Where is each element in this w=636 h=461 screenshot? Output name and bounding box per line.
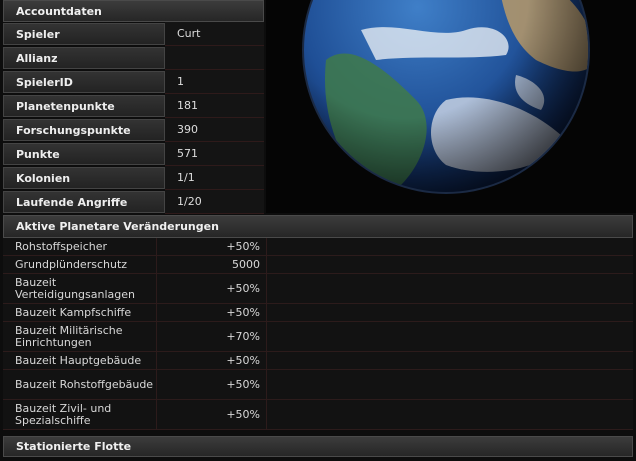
change-row: Bauzeit Kampfschiffe +50% bbox=[3, 304, 633, 322]
change-empty-cell bbox=[267, 256, 633, 273]
account-row-value bbox=[165, 46, 264, 70]
account-row: Kolonien 1/1 bbox=[3, 166, 264, 190]
change-value: +50% bbox=[157, 304, 267, 321]
change-empty-cell bbox=[267, 400, 633, 429]
account-row-value: Curt bbox=[165, 22, 264, 46]
account-row: Punkte 571 bbox=[3, 142, 264, 166]
change-name: Bauzeit Verteidigungsanlagen bbox=[3, 274, 157, 303]
account-row-value: 1 bbox=[165, 70, 264, 94]
account-row-label: Spieler bbox=[3, 23, 165, 45]
account-row-label: Forschungspunkte bbox=[3, 119, 165, 141]
change-value: +70% bbox=[157, 322, 267, 351]
change-name: Rohstoffspeicher bbox=[3, 238, 157, 255]
change-name: Bauzeit Hauptgebäude bbox=[3, 352, 157, 369]
change-row: Bauzeit Militärische Einrichtungen +70% bbox=[3, 322, 633, 352]
change-name: Grundplünderschutz bbox=[3, 256, 157, 273]
change-row: Bauzeit Hauptgebäude +50% bbox=[3, 352, 633, 370]
earth-globe-icon bbox=[302, 0, 590, 194]
change-name: Bauzeit Militärische Einrichtungen bbox=[3, 322, 157, 351]
planet-changes-panel: Aktive Planetare Veränderungen Rohstoffs… bbox=[3, 215, 633, 430]
change-value: +50% bbox=[157, 400, 267, 429]
account-row: Allianz bbox=[3, 46, 264, 70]
account-row-value: 1/1 bbox=[165, 166, 264, 190]
account-row: Planetenpunkte 181 bbox=[3, 94, 264, 118]
change-empty-cell bbox=[267, 370, 633, 399]
account-row-value: 181 bbox=[165, 94, 264, 118]
account-row: Laufende Angriffe 1/20 bbox=[3, 190, 264, 214]
change-empty-cell bbox=[267, 352, 633, 369]
change-row: Rohstoffspeicher +50% bbox=[3, 238, 633, 256]
account-row: Forschungspunkte 390 bbox=[3, 118, 264, 142]
changes-table: Rohstoffspeicher +50% Grundplünderschutz 50… bbox=[3, 238, 633, 430]
change-value: +50% bbox=[157, 352, 267, 369]
account-row-label: Planetenpunkte bbox=[3, 95, 165, 117]
stationed-fleet-panel[interactable]: Stationierte Flotte bbox=[3, 436, 633, 457]
account-row: Spieler Curt bbox=[3, 22, 264, 46]
change-value: 5000 bbox=[157, 256, 267, 273]
change-empty-cell bbox=[267, 238, 633, 255]
account-row: SpielerID 1 bbox=[3, 70, 264, 94]
change-name: Bauzeit Rohstoffgebäude bbox=[3, 370, 157, 399]
change-name: Bauzeit Kampfschiffe bbox=[3, 304, 157, 321]
change-row: Bauzeit Verteidigungsanlagen +50% bbox=[3, 274, 633, 304]
account-row-label: SpielerID bbox=[3, 71, 165, 93]
account-row-label: Allianz bbox=[3, 47, 165, 69]
change-value: +50% bbox=[157, 274, 267, 303]
change-value: +50% bbox=[157, 370, 267, 399]
change-empty-cell bbox=[267, 304, 633, 321]
account-panel: Accountdaten Spieler Curt Allianz SpielerID… bbox=[3, 0, 264, 214]
account-rows: Spieler Curt Allianz SpielerID 1 Planetenpunk… bbox=[3, 22, 264, 214]
account-row-label: Punkte bbox=[3, 143, 165, 165]
change-empty-cell bbox=[267, 322, 633, 351]
account-row-value: 571 bbox=[165, 142, 264, 166]
change-row: Bauzeit Rohstoffgebäude +50% bbox=[3, 370, 633, 400]
change-value: +50% bbox=[157, 238, 267, 255]
change-name: Bauzeit Zivil- und Spezialschiffe bbox=[3, 400, 157, 429]
account-row-label: Laufende Angriffe bbox=[3, 191, 165, 213]
change-row: Grundplünderschutz 5000 bbox=[3, 256, 633, 274]
account-row-label: Kolonien bbox=[3, 167, 165, 189]
change-row: Bauzeit Zivil- und Spezialschiffe +50% bbox=[3, 400, 633, 430]
fleet-header[interactable]: Stationierte Flotte bbox=[3, 436, 633, 457]
change-empty-cell bbox=[267, 274, 633, 303]
planet-image bbox=[266, 0, 636, 213]
account-row-value: 390 bbox=[165, 118, 264, 142]
account-header: Accountdaten bbox=[3, 0, 264, 22]
account-row-value: 1/20 bbox=[165, 190, 264, 214]
changes-header: Aktive Planetare Veränderungen bbox=[3, 215, 633, 238]
